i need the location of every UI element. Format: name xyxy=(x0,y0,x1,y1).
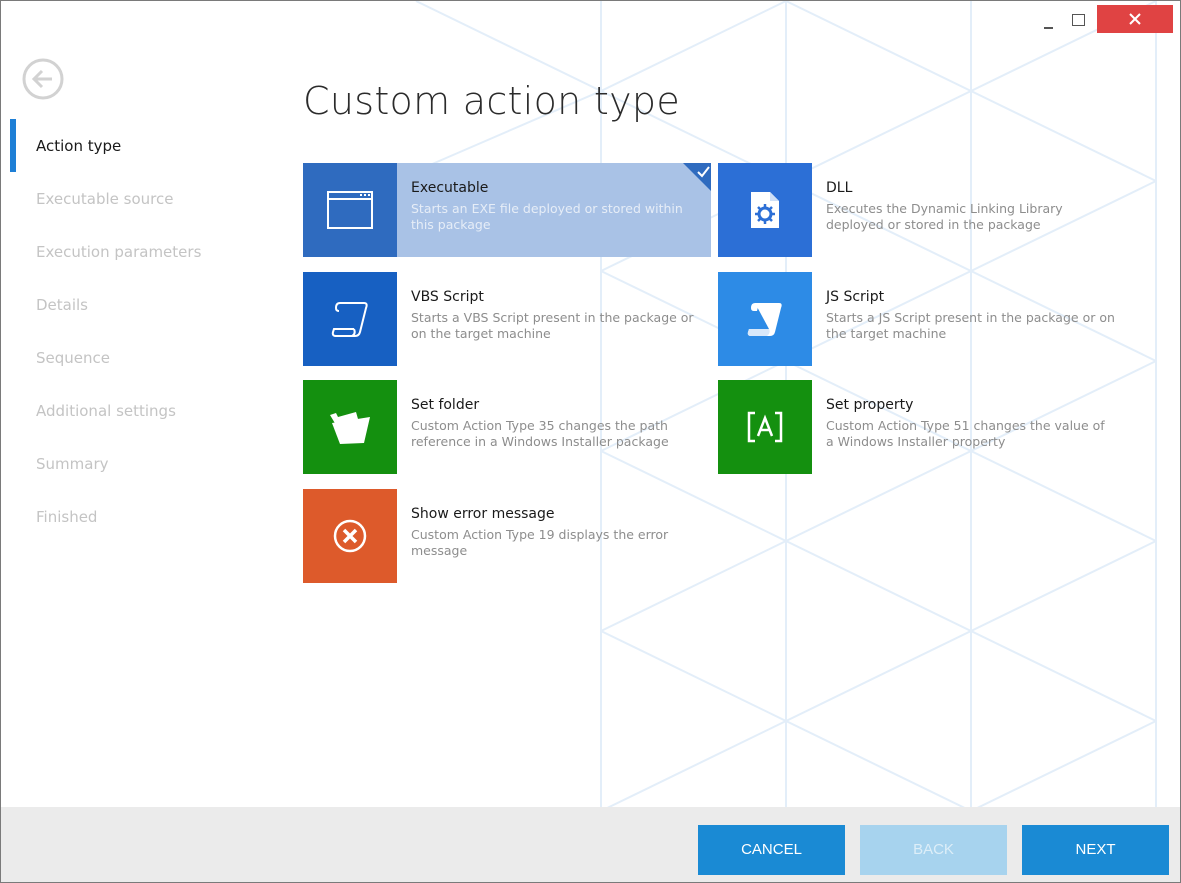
tile-icon-box xyxy=(718,272,812,366)
wizard-window: Action type Executable source Execution … xyxy=(0,0,1181,883)
tile-title: VBS Script xyxy=(411,289,484,305)
selected-check-icon xyxy=(683,163,711,191)
tile-executable[interactable]: Executable Starts an EXE file deployed o… xyxy=(303,163,711,257)
step-label: Finished xyxy=(36,507,98,526)
tile-text: Show error message Custom Action Type 19… xyxy=(411,506,701,559)
tile-set-folder[interactable]: Set folder Custom Action Type 35 changes… xyxy=(303,380,711,474)
script-scroll-filled-icon xyxy=(747,303,782,336)
close-button[interactable] xyxy=(1097,5,1173,33)
tile-title: Set folder xyxy=(411,397,480,413)
script-scroll-icon xyxy=(331,302,368,337)
close-icon xyxy=(1129,13,1141,25)
step-summary: Summary xyxy=(1,437,261,490)
property-bracket-icon xyxy=(747,411,783,443)
tile-text: VBS Script Starts a VBS Script present i… xyxy=(411,289,701,342)
tile-text: Set property Custom Action Type 51 chang… xyxy=(826,397,1116,450)
tile-title: Show error message xyxy=(411,506,555,522)
tile-description: Executes the Dynamic Linking Library dep… xyxy=(826,201,1063,232)
tile-show-error-message[interactable]: Show error message Custom Action Type 19… xyxy=(303,489,711,583)
error-circle-icon xyxy=(333,519,367,553)
tile-description: Custom Action Type 19 displays the error… xyxy=(411,527,669,558)
tile-dll[interactable]: DLL Executes the Dynamic Linking Library… xyxy=(718,163,1126,257)
step-sequence: Sequence xyxy=(1,331,261,384)
tile-icon-box xyxy=(718,163,812,257)
folder-open-icon xyxy=(330,412,370,444)
tile-js-script[interactable]: JS Script Starts a JS Script present in … xyxy=(718,272,1126,366)
maximize-icon xyxy=(1071,14,1085,26)
step-label: Executable source xyxy=(36,189,174,208)
next-button[interactable]: NEXT xyxy=(1022,825,1169,875)
tile-description: Starts a VBS Script present in the packa… xyxy=(411,310,694,341)
back-arrow-icon xyxy=(22,58,64,100)
step-executable-source: Executable source xyxy=(1,172,261,225)
wizard-steps: Action type Executable source Execution … xyxy=(1,119,261,543)
step-label: Action type xyxy=(36,136,122,155)
step-label: Summary xyxy=(36,454,109,473)
step-label: Execution parameters xyxy=(36,242,202,261)
dll-file-gear-icon xyxy=(751,192,779,228)
tile-icon-box xyxy=(303,272,397,366)
window-icon xyxy=(327,191,373,229)
active-step-indicator xyxy=(10,119,16,172)
tile-text: DLL Executes the Dynamic Linking Library… xyxy=(826,180,1116,233)
step-execution-parameters: Execution parameters xyxy=(1,225,261,278)
step-action-type[interactable]: Action type xyxy=(1,119,261,172)
tile-icon-box xyxy=(303,380,397,474)
back-nav-button[interactable] xyxy=(21,57,65,101)
tile-description: Starts an EXE file deployed or stored wi… xyxy=(411,201,683,232)
tile-description: Starts a JS Script present in the packag… xyxy=(826,310,1115,341)
tile-icon-box xyxy=(718,380,812,474)
back-button: BACK xyxy=(860,825,1007,875)
step-additional-settings: Additional settings xyxy=(1,384,261,437)
tile-text: JS Script Starts a JS Script present in … xyxy=(826,289,1116,342)
tile-set-property[interactable]: Set property Custom Action Type 51 chang… xyxy=(718,380,1126,474)
step-label: Sequence xyxy=(36,348,110,367)
tile-text: Set folder Custom Action Type 35 changes… xyxy=(411,397,701,450)
minimize-button[interactable] xyxy=(1033,5,1063,35)
step-label: Additional settings xyxy=(36,401,176,420)
step-finished: Finished xyxy=(1,490,261,543)
tile-description: Custom Action Type 51 changes the value … xyxy=(826,418,1105,449)
tile-icon-box xyxy=(303,489,397,583)
tile-icon-box xyxy=(303,163,397,257)
tile-vbs-script[interactable]: VBS Script Starts a VBS Script present i… xyxy=(303,272,711,366)
tile-title: Set property xyxy=(826,397,914,413)
tile-title: Executable xyxy=(411,180,489,196)
cancel-button[interactable]: CANCEL xyxy=(698,825,845,875)
tile-text: Executable Starts an EXE file deployed o… xyxy=(411,180,701,233)
tile-title: JS Script xyxy=(826,289,885,305)
step-details: Details xyxy=(1,278,261,331)
tile-title: DLL xyxy=(826,180,853,196)
wizard-footer: CANCEL BACK NEXT xyxy=(1,807,1180,882)
step-label: Details xyxy=(36,295,89,314)
page-title: Custom action type xyxy=(303,79,680,123)
minimize-icon xyxy=(1043,27,1053,29)
maximize-button[interactable] xyxy=(1063,5,1093,35)
tile-description: Custom Action Type 35 changes the path r… xyxy=(411,418,669,449)
